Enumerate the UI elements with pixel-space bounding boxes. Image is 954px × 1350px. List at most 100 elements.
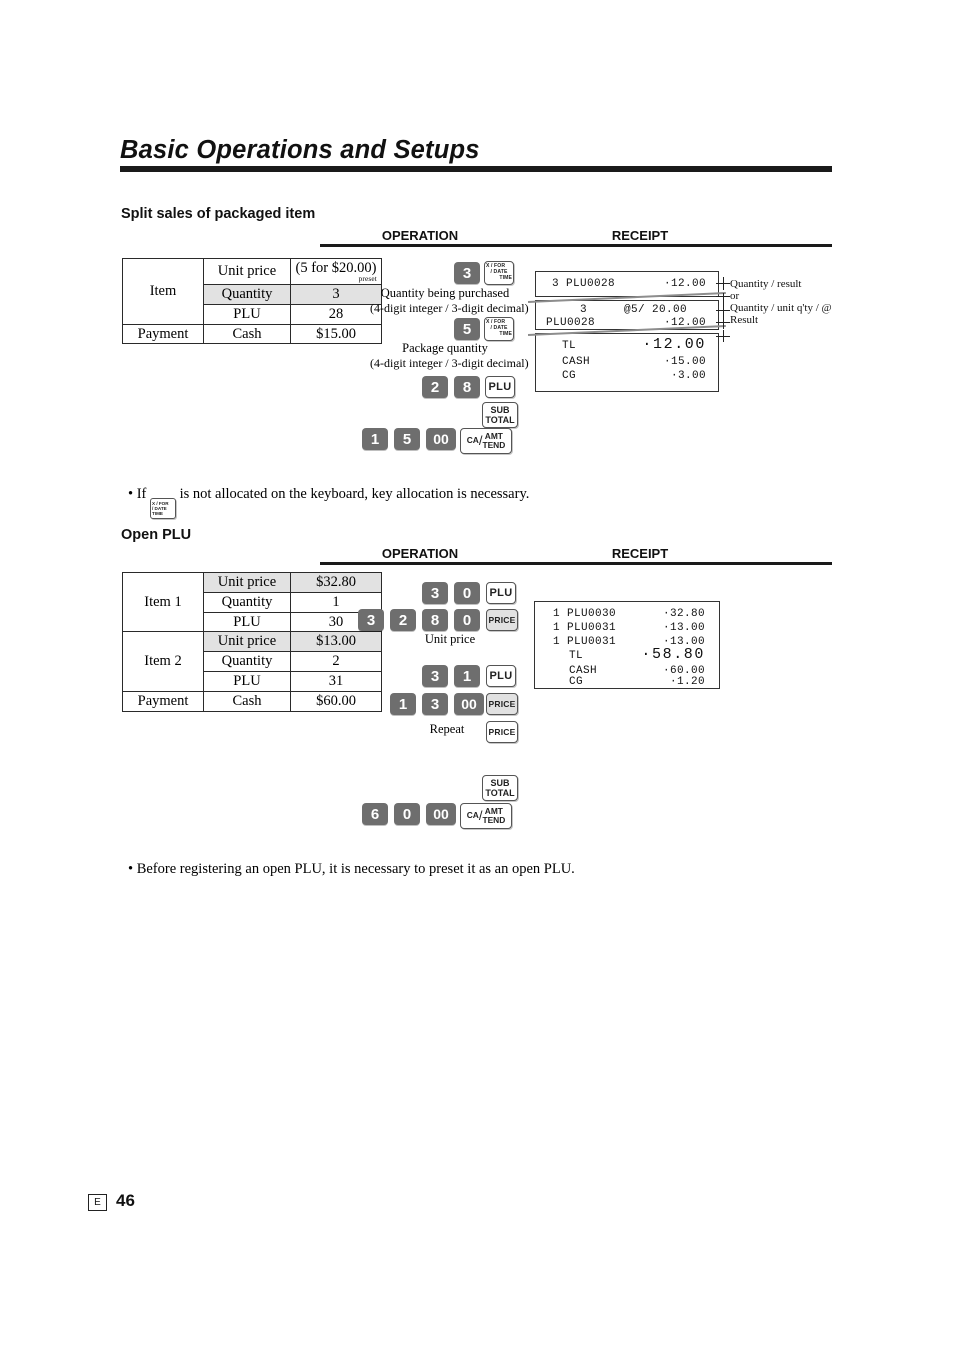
unit-price-value: (5 for $20.00) — [295, 260, 377, 276]
key-ca-amt-tend-s2[interactable]: CA / AMT TEND — [460, 803, 512, 829]
receipt-line-left: 3 PLU0028 — [552, 278, 616, 290]
cell-value-quantity: 3 — [290, 284, 382, 305]
column-header-receipt-2: RECEIPT — [611, 546, 669, 561]
column-header-operation-2: OPERATION — [381, 546, 459, 561]
cell-value-unit-price-1: $32.80 — [290, 572, 382, 593]
key-digit-2[interactable]: 2 — [422, 376, 448, 398]
key-x-for-date-time-2[interactable]: X / FOR / DATE TIME — [484, 317, 514, 341]
key-digit-6-pay[interactable]: 6 — [362, 803, 388, 825]
sub-total-row1: SUB — [490, 777, 510, 788]
key-digit-3-s2[interactable]: 3 — [422, 582, 448, 604]
receipt2-cg-amount: ·1.20 — [669, 676, 705, 688]
key-digit-0-s2[interactable]: 0 — [454, 582, 480, 604]
receipt-line-qty: 3 — [580, 304, 588, 316]
key-digit-5-b[interactable]: 5 — [394, 428, 420, 450]
caption-package-quantity: Package quantity — [402, 341, 488, 355]
receipt-line-right: ·12.00 — [663, 278, 706, 290]
params-table-open-plu: Item 1 Unit price $32.80 Quantity 1 PLU … — [122, 571, 382, 712]
receipt-cg-amount: ·3.00 — [670, 370, 706, 382]
cell-field-plu-2: PLU — [203, 671, 291, 692]
cell-field-plu-1: PLU — [203, 611, 291, 633]
caption-quantity-purchased-digits: (4-digit integer / 3-digit decimal) — [370, 301, 529, 315]
tend-label: TEND — [482, 815, 506, 825]
receipt2-line2-left: 1 PLU0031 — [553, 622, 617, 634]
key-digit-8[interactable]: 8 — [454, 376, 480, 398]
section-heading-split-sales: Split sales of packaged item — [121, 206, 316, 222]
receipt2-label-tl: TL — [569, 650, 584, 662]
annotation-result: Result — [730, 314, 759, 326]
key-ca-amt-tend[interactable]: CA / AMT TEND — [460, 428, 512, 454]
cell-field-plu: PLU — [203, 303, 291, 325]
receipt-label-cg: CG — [562, 370, 577, 382]
receipt-label-cash: CASH — [562, 356, 591, 368]
key-digit-00-pay[interactable]: 00 — [426, 803, 456, 825]
annotation-quantity-unit-qty: Quantity / unit q'ty / @ — [730, 302, 832, 314]
ca-label: CA — [466, 435, 479, 446]
table-row: Payment Cash $15.00 — [122, 323, 382, 345]
x-for-date-time-icon: X / FOR / DATE TIME — [149, 498, 176, 520]
key-digit-00-price2[interactable]: 00 — [454, 693, 484, 715]
cell-item-label: Item — [122, 258, 204, 325]
key-digit-1-price2[interactable]: 1 — [390, 693, 416, 715]
cell-field-quantity-2: Quantity — [203, 651, 291, 673]
receipt2-total-amount: ·58.80 — [641, 646, 705, 663]
cell-payment-label-2: Payment — [122, 690, 204, 712]
receipt2-line1-left: 1 PLU0030 — [553, 608, 617, 620]
key-digit-00[interactable]: 00 — [426, 428, 456, 450]
title-divider — [120, 166, 832, 172]
receipt-panel-b: 3 @5/ 20.00 PLU0028 ·12.00 — [535, 300, 719, 330]
cell-value-cash: $15.00 — [290, 323, 382, 345]
key-price-1[interactable]: PRICE — [486, 609, 518, 631]
note-prefix: • If — [128, 486, 147, 502]
language-badge: E — [88, 1194, 107, 1211]
key-digit-1[interactable]: 1 — [362, 428, 388, 450]
key-digit-3-plu2[interactable]: 3 — [422, 665, 448, 687]
xfor-row3: TIME — [151, 511, 163, 517]
column-header-operation-1: OPERATION — [381, 228, 459, 243]
key-digit-3-price2[interactable]: 3 — [422, 693, 448, 715]
cell-field-cash: Cash — [203, 323, 291, 345]
sub-total-row2: TOTAL — [485, 788, 515, 798]
cell-value-plu-2: 31 — [290, 671, 382, 692]
cell-value-quantity-2: 2 — [290, 651, 382, 673]
key-digit-3[interactable]: 3 — [454, 262, 480, 284]
cell-value-cash-2: $60.00 — [290, 690, 382, 712]
key-x-for-date-time[interactable]: X / FOR / DATE TIME — [484, 261, 514, 285]
key-digit-8-price[interactable]: 8 — [422, 609, 448, 631]
caption-repeat: Repeat — [429, 722, 465, 736]
key-digit-5[interactable]: 5 — [454, 318, 480, 340]
section-heading-open-plu: Open PLU — [121, 527, 192, 543]
annotation-quantity-result: Quantity / result — [730, 278, 802, 290]
receipt2-line2-right: ·13.00 — [662, 622, 705, 634]
cell-value-plu: 28 — [290, 303, 382, 325]
manual-page: Basic Operations and Setups Split sales … — [0, 0, 954, 1350]
receipt2-line3-left: 1 PLU0031 — [553, 636, 617, 648]
key-plu[interactable]: PLU — [485, 376, 515, 398]
note-key-allocation: • If X / FOR / DATE TIME is not allocate… — [128, 486, 530, 520]
tend-label: TEND — [482, 440, 506, 450]
annotation-tick-5-v — [723, 330, 725, 342]
key-sub-total[interactable]: SUB TOTAL — [482, 402, 518, 428]
cell-field-quantity: Quantity — [203, 284, 291, 305]
cell-field-unit-price: Unit price — [203, 257, 291, 286]
note-suffix: is not allocated on the keyboard, key al… — [179, 486, 530, 502]
key-sub-total-s2[interactable]: SUB TOTAL — [482, 775, 518, 801]
key-plu-s2-b[interactable]: PLU — [486, 665, 516, 687]
key-digit-1-plu2[interactable]: 1 — [454, 665, 480, 687]
key-digit-0-price[interactable]: 0 — [454, 609, 480, 631]
sub-total-row2: TOTAL — [485, 415, 515, 425]
key-digit-3-price[interactable]: 3 — [358, 609, 384, 631]
caption-package-quantity-digits: (4-digit integer / 3-digit decimal) — [370, 356, 529, 370]
cell-item2-label: Item 2 — [122, 631, 204, 692]
column-header-rule-2 — [320, 562, 832, 565]
cell-field-cash-2: Cash — [203, 690, 291, 712]
key-digit-0-pay[interactable]: 0 — [394, 803, 420, 825]
cell-field-unit-price-1: Unit price — [203, 572, 291, 593]
key-plu-s2[interactable]: PLU — [486, 582, 516, 604]
column-header-rule-1 — [320, 244, 832, 247]
annotation-tick-1-v — [723, 277, 725, 290]
key-digit-2-price[interactable]: 2 — [390, 609, 416, 631]
key-price-2[interactable]: PRICE — [486, 693, 518, 715]
cell-payment-label: Payment — [122, 323, 204, 345]
key-price-repeat[interactable]: PRICE — [486, 721, 518, 743]
